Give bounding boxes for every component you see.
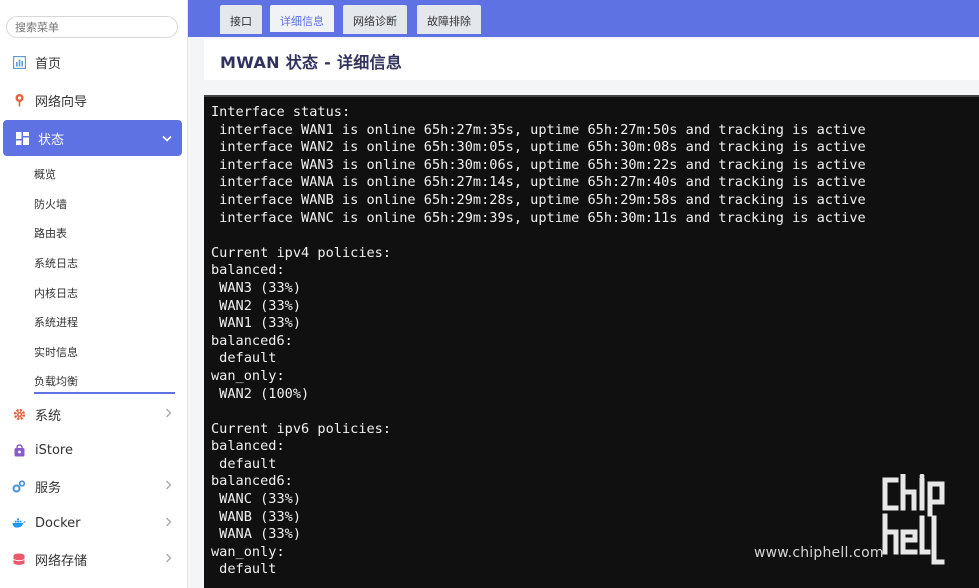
chevron-right-icon (165, 480, 172, 493)
status-output-panel: Interface status: interface WAN1 is onli… (204, 95, 979, 588)
sub-item-syslog[interactable]: 系统日志 (34, 255, 78, 271)
nav-label: Docker (35, 515, 81, 531)
page-header: MWAN 状态 - 详细信息 (204, 39, 979, 80)
nav-item-system[interactable]: 系统 (0, 396, 188, 432)
store-icon (12, 443, 26, 457)
tab-troubleshooting[interactable]: 故障排除 (417, 5, 481, 34)
nav-item-istore[interactable]: iStore (0, 432, 188, 468)
sub-item-overview[interactable]: 概览 (34, 166, 56, 182)
active-sub-item-indicator (34, 392, 175, 394)
sidebar: 首页 网络向导 状态 概览 防火墙 路由表 系统日志 内核日志 系统进程 实时信… (0, 0, 188, 588)
sub-item-kernel-log[interactable]: 内核日志 (34, 285, 78, 301)
chiphell-logo (882, 474, 945, 565)
chevron-right-icon (165, 517, 172, 530)
nav-item-home[interactable]: 首页 (0, 44, 188, 80)
nav-label: 首页 (35, 56, 62, 72)
nav-label: 服务 (35, 480, 62, 496)
dashboard-icon (12, 55, 26, 69)
storage-icon (12, 552, 26, 566)
sub-item-realtime[interactable]: 实时信息 (34, 344, 78, 360)
sub-item-load-balancing[interactable]: 负载均衡 (34, 373, 78, 389)
nav-item-storage[interactable]: 网络存储 (0, 541, 188, 577)
nav-item-status[interactable]: 状态 (3, 120, 182, 156)
sub-item-firewall[interactable]: 防火墙 (34, 196, 67, 212)
nav-label: 网络向导 (35, 94, 88, 110)
nav-label: 网络存储 (35, 553, 88, 569)
chevron-right-icon (165, 408, 172, 421)
nav-item-docker[interactable]: Docker (0, 505, 188, 541)
tab-bar: 接口 详细信息 网络诊断 故障排除 (188, 0, 979, 37)
page-title: MWAN 状态 - 详细信息 (220, 53, 403, 72)
gear-icon (12, 407, 26, 421)
services-icon (12, 479, 26, 493)
nav-item-services[interactable]: 服务 (0, 468, 188, 504)
chevron-down-icon (162, 132, 172, 145)
chevron-right-icon (165, 553, 172, 566)
tab-details[interactable]: 详细信息 (270, 5, 334, 34)
nav-label: iStore (35, 442, 73, 458)
sub-item-processes[interactable]: 系统进程 (34, 314, 78, 330)
sub-item-routes[interactable]: 路由表 (34, 225, 67, 241)
docker-icon (12, 516, 26, 530)
watermark-url: www.chiphell.com (754, 545, 884, 561)
nav-label: 状态 (38, 132, 65, 148)
status-output-text: Interface status: interface WAN1 is onli… (211, 104, 866, 578)
menu-search-input[interactable] (6, 16, 178, 38)
nav-item-wizard[interactable]: 网络向导 (0, 82, 188, 118)
tab-interfaces[interactable]: 接口 (220, 5, 262, 34)
tab-diagnostics[interactable]: 网络诊断 (343, 5, 407, 34)
nav-label: 系统 (35, 408, 62, 424)
status-grid-icon (15, 131, 29, 145)
wizard-icon (12, 93, 26, 107)
